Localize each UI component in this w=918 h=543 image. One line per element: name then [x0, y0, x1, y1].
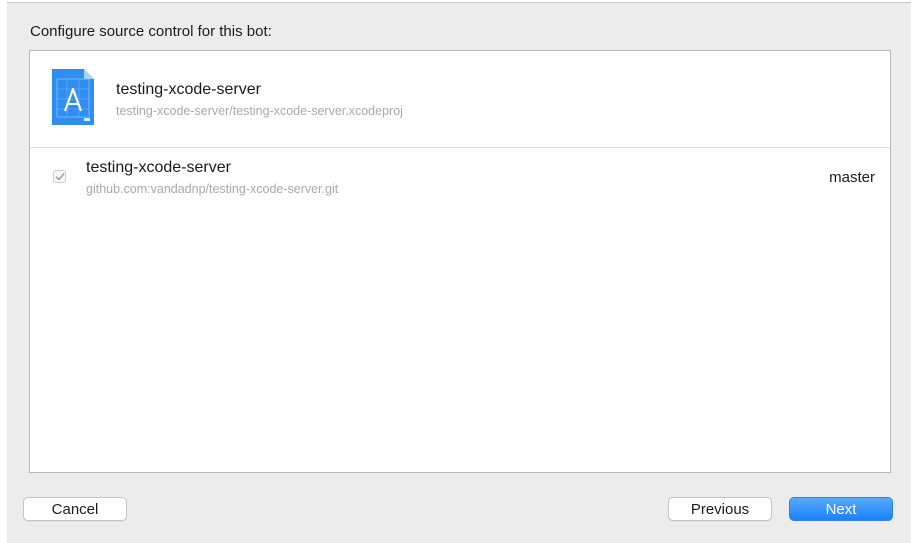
repository-row[interactable]: testing-xcode-server github.com:vandadnp… — [30, 147, 890, 199]
repository-name: testing-xcode-server — [86, 159, 231, 176]
repository-checkbox[interactable] — [53, 170, 66, 183]
source-control-list: testing-xcode-server testing-xcode-serve… — [29, 50, 891, 473]
xcode-project-icon — [48, 67, 98, 127]
previous-button[interactable]: Previous — [668, 497, 772, 521]
configure-source-control-sheet: Configure source control for this bot: t… — [7, 2, 911, 543]
repository-branch[interactable]: master — [829, 169, 875, 186]
project-row: testing-xcode-server testing-xcode-serve… — [30, 51, 890, 148]
dialog-title: Configure source control for this bot: — [30, 23, 272, 40]
cancel-button[interactable]: Cancel — [23, 497, 127, 521]
project-path: testing-xcode-server/testing-xcode-serve… — [116, 104, 403, 118]
next-button[interactable]: Next — [789, 497, 893, 521]
checkmark-icon — [55, 173, 65, 181]
repository-url: github.com:vandadnp/testing-xcode-server… — [86, 182, 339, 196]
project-name: testing-xcode-server — [116, 81, 261, 98]
